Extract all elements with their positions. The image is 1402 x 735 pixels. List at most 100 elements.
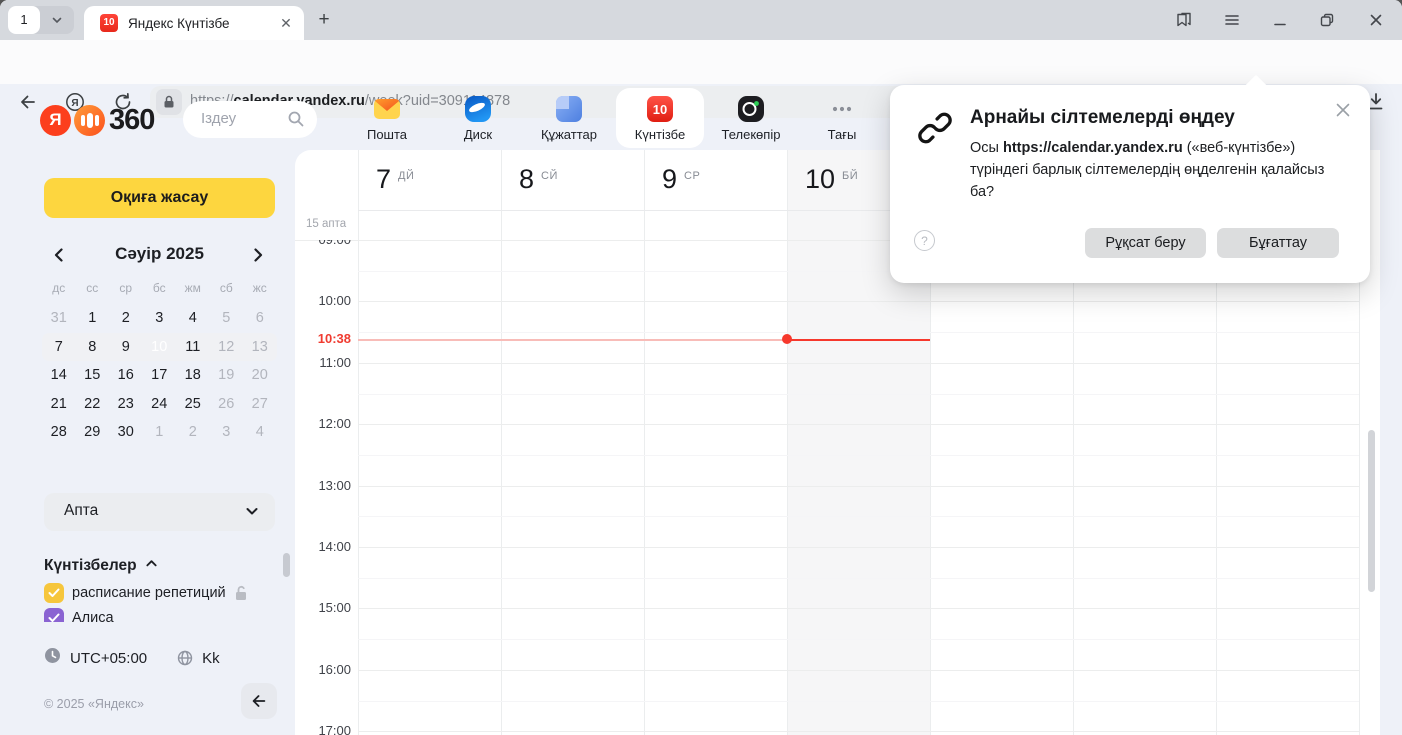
- calendar-scrollbar[interactable]: [1368, 430, 1375, 592]
- popup-body: Осы https://calendar.yandex.ru («веб-күн…: [970, 137, 1342, 203]
- minical-day-number: 18: [185, 367, 201, 383]
- tab-panels-icon[interactable]: [1175, 11, 1193, 29]
- service-label: Телекөпір: [722, 127, 781, 142]
- minical-day[interactable]: 5: [210, 310, 244, 326]
- minical-day-selected[interactable]: 10: [143, 339, 177, 355]
- minical-day[interactable]: 8: [76, 339, 110, 355]
- menu-icon[interactable]: [1223, 11, 1241, 29]
- day-header[interactable]: 8СЙ: [501, 150, 644, 210]
- more-icon: [829, 93, 855, 125]
- close-window-icon[interactable]: [1367, 11, 1385, 29]
- browser-tab[interactable]: 10 Яндекс Күнтізбе ✕: [84, 6, 304, 40]
- minical-day[interactable]: 15: [76, 367, 110, 383]
- calendar-list-item[interactable]: расписание репетиций: [44, 580, 284, 605]
- minical-day[interactable]: 21: [42, 396, 76, 412]
- minical-day[interactable]: 11: [176, 339, 210, 355]
- minical-day[interactable]: 6: [243, 310, 277, 326]
- calendar-checkbox[interactable]: [44, 608, 64, 623]
- tab-close-icon[interactable]: ✕: [278, 15, 294, 31]
- minical-day[interactable]: 14: [42, 367, 76, 383]
- minical-day-number: 4: [189, 310, 197, 326]
- minical-day[interactable]: 1: [76, 310, 110, 326]
- minical-day[interactable]: 26: [210, 396, 244, 412]
- tab-count-badge[interactable]: 1: [8, 6, 40, 34]
- timezone-value[interactable]: UTC+05:00: [70, 650, 147, 667]
- minical-day[interactable]: 30: [109, 424, 143, 440]
- minical-day[interactable]: 3: [210, 424, 244, 440]
- minical-day[interactable]: 18: [176, 367, 210, 383]
- minical-day[interactable]: 2: [176, 424, 210, 440]
- week-number-label: 15 апта: [306, 218, 346, 230]
- block-button[interactable]: Бұғаттау: [1217, 228, 1339, 258]
- help-icon[interactable]: ?: [914, 230, 935, 251]
- allow-button[interactable]: Рұқсат беру: [1085, 228, 1206, 258]
- minical-day[interactable]: 24: [143, 396, 177, 412]
- yandex-360-logo[interactable]: Я 360: [40, 103, 154, 137]
- minical-day-number: 30: [118, 424, 134, 440]
- next-month-icon[interactable]: [249, 246, 269, 266]
- logo-360-text: 360: [109, 104, 154, 137]
- service-telemost[interactable]: Телекөпір: [707, 88, 795, 148]
- minical-day-number: 29: [84, 424, 100, 440]
- service-mail[interactable]: Пошта: [343, 88, 431, 148]
- calendar-list-item[interactable]: Алиса: [44, 605, 284, 622]
- minical-day[interactable]: 4: [243, 424, 277, 440]
- hour-gridline: [358, 486, 1359, 487]
- service-label: Құжаттар: [541, 127, 597, 142]
- minical-day[interactable]: 13: [243, 339, 277, 355]
- service-disk[interactable]: Диск: [434, 88, 522, 148]
- tab-group-control[interactable]: 1: [8, 6, 74, 34]
- minical-day[interactable]: 31: [42, 310, 76, 326]
- collapse-sidebar-button[interactable]: [241, 683, 277, 719]
- service-calendar[interactable]: 10Күнтізбе: [616, 88, 704, 148]
- hour-label: 17:00: [295, 723, 351, 735]
- service-more[interactable]: Тағы: [798, 88, 886, 148]
- minical-day-number: 3: [155, 310, 163, 326]
- search-input[interactable]: Іздеу: [183, 101, 317, 138]
- language-selector[interactable]: Kk: [202, 650, 220, 667]
- day-header[interactable]: 9СР: [644, 150, 787, 210]
- popup-close-icon[interactable]: [1334, 101, 1352, 119]
- minical-day[interactable]: 12: [210, 339, 244, 355]
- minical-day[interactable]: 22: [76, 396, 110, 412]
- view-select-value: Апта: [64, 502, 98, 520]
- popup-body-prefix: Осы: [970, 140, 1003, 156]
- minical-day[interactable]: 17: [143, 367, 177, 383]
- minical-day[interactable]: 2: [109, 310, 143, 326]
- minical-day[interactable]: 4: [176, 310, 210, 326]
- minical-day[interactable]: 20: [243, 367, 277, 383]
- view-select[interactable]: Апта: [44, 493, 275, 531]
- current-time-line: [787, 339, 930, 341]
- svg-text:10: 10: [653, 102, 667, 117]
- minical-day[interactable]: 28: [42, 424, 76, 440]
- minical-day-number: 1: [155, 424, 163, 440]
- new-tab-button[interactable]: +: [312, 8, 336, 32]
- calendars-section-toggle[interactable]: Күнтізбелер: [44, 555, 158, 577]
- minical-day[interactable]: 27: [243, 396, 277, 412]
- link-chain-icon: [914, 107, 956, 154]
- minical-day[interactable]: 16: [109, 367, 143, 383]
- mail-icon: [372, 93, 402, 125]
- minical-day[interactable]: 1: [143, 424, 177, 440]
- calendar-checkbox[interactable]: [44, 583, 64, 603]
- minical-day[interactable]: 9: [109, 339, 143, 355]
- minical-day[interactable]: 25: [176, 396, 210, 412]
- sidebar-scrollbar[interactable]: [283, 553, 290, 577]
- weekday-label: жс: [243, 281, 277, 295]
- minical-day[interactable]: 3: [143, 310, 177, 326]
- minimize-icon[interactable]: [1271, 11, 1289, 29]
- week-number-cell: 15 апта: [295, 210, 358, 240]
- minical-day-number: 10: [151, 339, 167, 355]
- minical-day[interactable]: 23: [109, 396, 143, 412]
- day-header[interactable]: 7ДЙ: [358, 150, 501, 210]
- service-docs[interactable]: Құжаттар: [525, 88, 613, 148]
- chevron-down-icon[interactable]: [40, 14, 74, 26]
- minical-day-number: 7: [55, 339, 63, 355]
- minical-day[interactable]: 19: [210, 367, 244, 383]
- create-event-button[interactable]: Оқиға жасау: [44, 178, 275, 218]
- minical-day[interactable]: 7: [42, 339, 76, 355]
- minical-day-number: 21: [51, 396, 67, 412]
- half-hour-gridline: [358, 332, 1359, 333]
- minical-day[interactable]: 29: [76, 424, 110, 440]
- restore-icon[interactable]: [1318, 11, 1336, 29]
